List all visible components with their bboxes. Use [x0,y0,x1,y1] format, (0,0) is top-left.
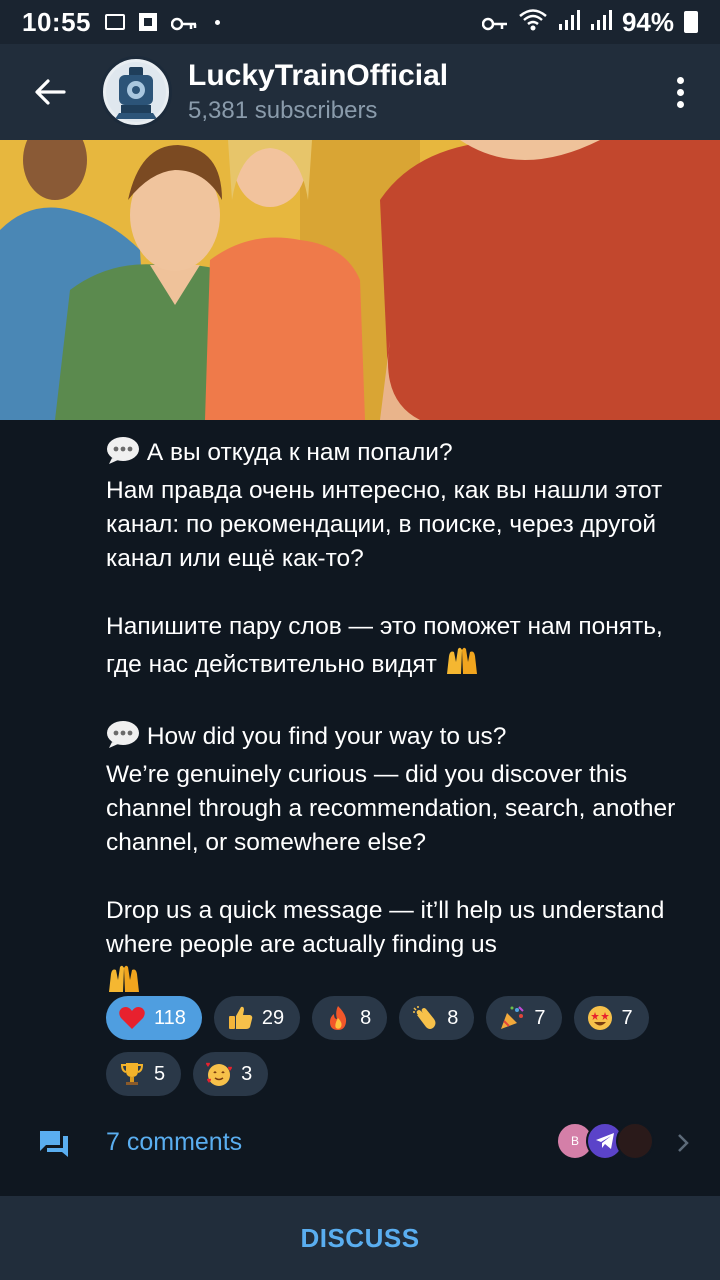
channel-avatar[interactable] [100,56,172,128]
train-logo-icon [106,62,166,122]
reaction-count: 29 [261,1006,285,1029]
wifi-icon [518,7,548,38]
post-paragraph: А вы откуда к нам попали? Нам правда оче… [106,436,686,576]
thumbs-up-icon [226,1004,254,1032]
notification-dot-icon [215,19,220,25]
post-paragraph: Напишите пару слов — это поможет нам пон… [106,610,686,686]
fire-icon [324,1004,352,1032]
dot [676,88,684,96]
reaction-smiling-face-hearts[interactable]: 3 [193,1052,269,1096]
people-illustration [0,140,720,420]
trophy-icon [118,1060,146,1088]
reaction-heart[interactable]: 118 [106,996,202,1040]
reaction-trophy[interactable]: 5 [106,1052,182,1096]
commenter-avatars: B [556,1122,654,1160]
more-options-button[interactable] [640,44,720,140]
reaction-count: 7 [621,1006,633,1029]
post-paragraph: How did you find your way to us? We’re g… [106,720,686,860]
star-struck-icon [586,1004,614,1032]
battery-percent: 94% [621,6,674,37]
status-bar: 10:55 94% [0,0,720,44]
raising-hands-icon [444,644,480,686]
telegram-icon [596,1133,614,1149]
reaction-clap[interactable]: 8 [399,996,475,1040]
post-text: А вы откуда к нам попали? Нам правда оче… [106,436,686,1004]
comments-count[interactable]: 7 comments [106,1128,242,1157]
reaction-party-popper[interactable]: 7 [486,996,562,1040]
battery-icon [684,11,698,33]
signal-icon [558,7,580,38]
clap-icon [411,1004,439,1032]
reaction-count: 3 [241,1062,253,1085]
avatar [616,1122,654,1160]
key-icon [170,7,197,38]
vpn-key-icon [481,7,508,38]
flipboard-icon [139,13,157,31]
ru-question: А вы откуда к нам попали? [146,439,453,466]
reaction-count: 118 [154,1006,186,1029]
en-question: How did you find your way to us? [146,723,507,750]
gallery-icon [105,14,125,30]
reaction-count: 8 [360,1006,372,1029]
en-body: We’re genuinely curious — did you discov… [106,761,676,856]
ru-cta: Напишите пару слов — это поможет нам пон… [106,613,663,678]
channel-header: LuckyTrainOfficial 5,381 subscribers [0,44,720,140]
reaction-thumbs-up[interactable]: 29 [213,996,301,1040]
speech-bubble-icon [106,720,140,758]
post-paragraph: Drop us a quick message — it’ll help us … [106,894,686,1004]
channel-name[interactable]: LuckyTrainOfficial [188,59,448,93]
post-image[interactable] [0,140,720,420]
dot [676,76,684,84]
heart-icon [118,1004,146,1032]
subscriber-count: 5,381 subscribers [188,97,378,124]
reaction-count: 7 [534,1006,546,1029]
speech-bubble-icon [106,436,140,474]
dot [676,100,684,108]
reactions-bar: 118 29 8 8 7 7 5 3 [106,996,706,1096]
signal-2-icon [590,7,612,38]
reaction-star-struck[interactable]: 7 [573,996,649,1040]
party-popper-icon [498,1004,526,1032]
comments-row[interactable]: 7 comments B [0,1108,720,1180]
chevron-right-icon [676,1132,690,1159]
reaction-fire[interactable]: 8 [312,996,388,1040]
comments-icon [38,1128,70,1165]
status-time: 10:55 [22,6,91,37]
smiling-face-hearts-icon [205,1060,233,1088]
ru-body: Нам правда очень интересно, как вы нашли… [106,477,663,572]
arrow-left-icon [35,79,66,105]
reaction-count: 8 [447,1006,459,1029]
en-cta: Drop us a quick message — it’ll help us … [106,897,665,958]
reaction-count: 5 [154,1062,166,1085]
discuss-button[interactable]: DISCUSS [0,1196,720,1280]
back-button[interactable] [0,44,100,140]
